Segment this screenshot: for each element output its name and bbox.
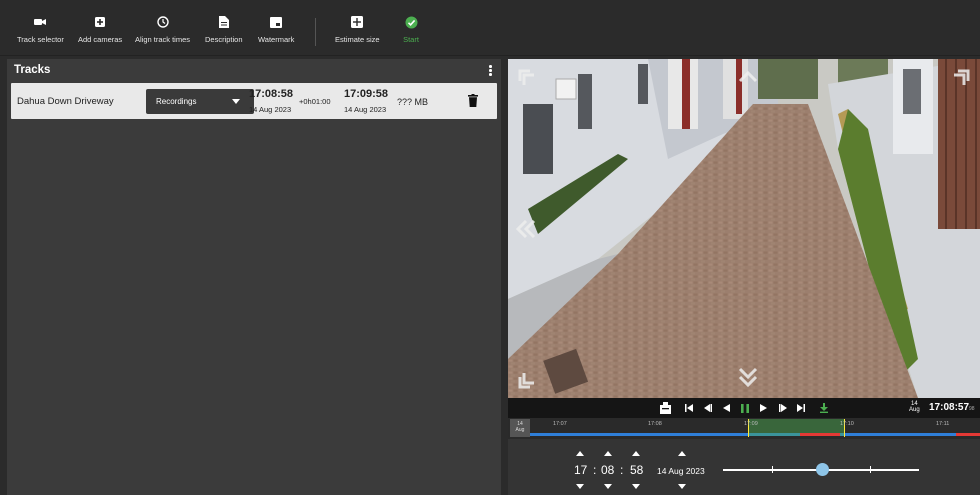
estimate-size-button[interactable]: Estimate size xyxy=(335,14,380,44)
source-dropdown-value: Recordings xyxy=(156,97,197,106)
time-separator: : xyxy=(620,463,624,477)
skip-to-end-icon[interactable] xyxy=(797,402,805,414)
play-icon[interactable] xyxy=(760,402,767,414)
camera-icon xyxy=(32,14,48,30)
seek-seconds[interactable]: 58 xyxy=(630,463,643,477)
step-forward-icon[interactable] xyxy=(779,402,787,414)
align-track-times-button[interactable]: Align track times xyxy=(135,14,190,44)
timeline-tick: 17:11 xyxy=(936,421,950,427)
timeline-date: 14 Aug xyxy=(510,419,530,437)
watermark-button[interactable]: Watermark xyxy=(258,14,294,44)
estimated-size: ??? MB xyxy=(397,97,429,107)
seek-hours[interactable]: 17 xyxy=(574,463,587,477)
slider-tick xyxy=(772,466,773,473)
end-date: 14 Aug 2023 xyxy=(344,105,387,114)
seconds-down-icon[interactable] xyxy=(632,484,640,489)
description-label: Description xyxy=(205,35,243,44)
start-label: Start xyxy=(403,35,419,44)
end-time[interactable]: 17:09:58 xyxy=(344,88,388,100)
watermark-icon xyxy=(268,14,284,30)
pause-icon[interactable] xyxy=(741,402,749,414)
slider-tick xyxy=(870,466,871,473)
chevron-down-icon xyxy=(232,99,240,104)
toolbar: Track selector Add cameras Align track t… xyxy=(0,0,980,56)
timeline-tick: 17:08 xyxy=(648,421,662,427)
track-selector-label: Track selector xyxy=(17,35,64,44)
description-button[interactable]: Description xyxy=(205,14,243,44)
add-cameras-label: Add cameras xyxy=(78,35,123,44)
more-options-icon[interactable] xyxy=(489,65,492,77)
track-selector-button[interactable]: Track selector xyxy=(17,14,64,44)
seconds-up-icon[interactable] xyxy=(632,451,640,456)
watermark-label: Watermark xyxy=(258,35,295,44)
camera-frame-image xyxy=(508,59,980,398)
current-time: 17:08:5798 xyxy=(929,402,975,413)
toolbar-divider xyxy=(315,18,316,46)
clock-icon xyxy=(155,14,171,30)
start-date: 14 Aug 2023 xyxy=(249,105,292,114)
play-reverse-icon[interactable] xyxy=(723,402,730,414)
minutes-up-icon[interactable] xyxy=(604,451,612,456)
current-time-fraction: 98 xyxy=(969,406,975,412)
skip-to-start-icon[interactable] xyxy=(685,402,693,414)
timeline-tick: 17:09 xyxy=(744,421,758,427)
time-separator: : xyxy=(593,463,597,477)
start-time[interactable]: 17:08:58 xyxy=(249,88,293,100)
event-segment xyxy=(800,433,840,436)
calculator-icon xyxy=(349,14,365,30)
timeline-month: Aug xyxy=(515,427,525,433)
camera-video-view[interactable] xyxy=(508,59,980,398)
seek-date[interactable]: 14 Aug 2023 xyxy=(657,466,705,476)
hours-up-icon[interactable] xyxy=(576,451,584,456)
tracks-title: Tracks xyxy=(14,64,51,76)
timeline[interactable]: 14 Aug 17:07 17:08 17:09 17:10 17:11 xyxy=(508,418,980,439)
tracks-panel: Tracks Dahua Down Driveway Recordings 17… xyxy=(7,59,501,495)
check-circle-icon xyxy=(403,14,419,30)
start-button[interactable]: Start xyxy=(403,14,419,44)
current-date: 14 Aug xyxy=(909,401,920,413)
seek-slider-thumb[interactable] xyxy=(816,463,830,476)
hours-down-icon[interactable] xyxy=(576,484,584,489)
download-icon[interactable] xyxy=(820,402,828,414)
duration: +0h01:00 xyxy=(299,97,331,106)
seek-panel: 17 : 08 : 58 14 Aug 2023 xyxy=(508,439,980,495)
trash-icon[interactable] xyxy=(468,94,478,112)
current-time-value: 17:08:57 xyxy=(929,402,970,413)
playback-controls: 14 Aug 17:08:5798 xyxy=(508,398,980,418)
snapshot-icon[interactable] xyxy=(660,402,671,414)
current-month: Aug xyxy=(909,407,920,413)
document-icon xyxy=(216,14,232,30)
timeline-tick: 17:10 xyxy=(840,421,854,427)
add-cameras-button[interactable]: Add cameras xyxy=(78,14,122,44)
date-down-icon[interactable] xyxy=(678,484,686,489)
track-row[interactable]: Dahua Down Driveway Recordings 17:08:58 … xyxy=(11,83,497,119)
align-track-times-label: Align track times xyxy=(135,35,191,44)
timeline-tick: 17:07 xyxy=(553,421,567,427)
track-name: Dahua Down Driveway xyxy=(17,96,114,107)
date-up-icon[interactable] xyxy=(678,451,686,456)
estimate-size-label: Estimate size xyxy=(335,35,380,44)
seek-minutes[interactable]: 08 xyxy=(601,463,614,477)
step-back-icon[interactable] xyxy=(704,402,712,414)
source-dropdown[interactable]: Recordings xyxy=(146,89,254,114)
event-segment xyxy=(956,433,980,436)
add-box-icon xyxy=(92,14,108,30)
minutes-down-icon[interactable] xyxy=(604,484,612,489)
